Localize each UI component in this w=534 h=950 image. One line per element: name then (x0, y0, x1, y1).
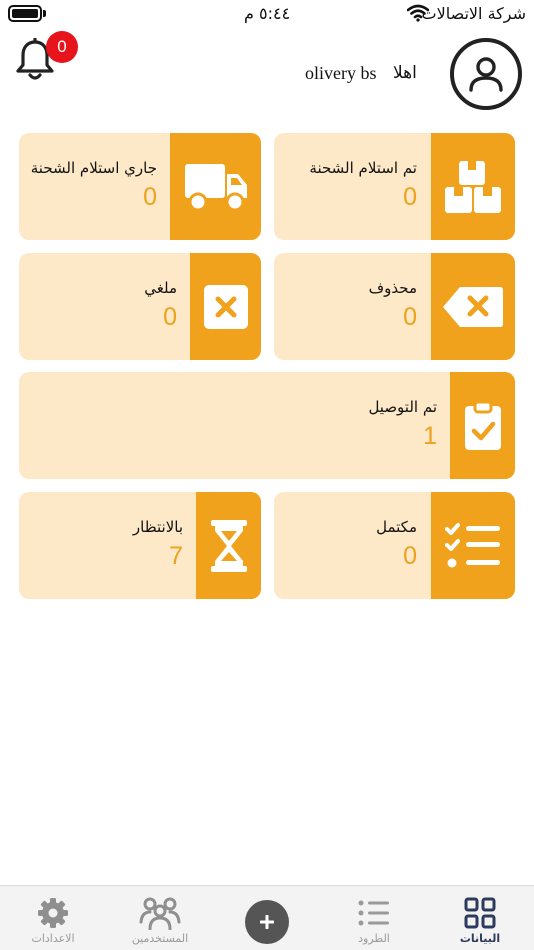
card-deleted-count: 0 (403, 303, 417, 331)
card-received-count: 0 (403, 183, 417, 211)
x-square-icon (203, 284, 248, 329)
card-waiting-label: بالانتظار (132, 518, 183, 536)
gear-icon (38, 898, 68, 928)
card-received[interactable]: تم استلام الشحنة 0 (274, 133, 515, 240)
card-deleted-label: محذوف (368, 279, 417, 297)
nav-users-label: المستخدمين (131, 932, 189, 945)
users-icon (139, 897, 181, 930)
card-delivered-count: 1 (423, 422, 437, 450)
card-receiving[interactable]: جاري استلام الشحنة 0 (19, 133, 261, 240)
nav-settings-label: الاعدادات (31, 932, 75, 945)
truck-icon (184, 163, 247, 211)
nav-parcels-label: الطرود (358, 932, 390, 945)
add-button[interactable] (245, 900, 289, 944)
grid-icon (464, 897, 496, 929)
nav-parcels[interactable]: الطرود (334, 886, 414, 950)
card-cancelled[interactable]: ملغي 0 (19, 253, 261, 360)
card-received-icon-box (431, 133, 515, 240)
clipboard-check-icon (464, 400, 501, 450)
card-receiving-icon-box (170, 133, 261, 240)
card-completed-icon-box (431, 492, 515, 599)
backspace-x-icon (443, 286, 503, 327)
bottom-nav: البيانات الطرود المستخدمين الاعدادات (0, 885, 534, 950)
status-time: ٥:٤٤ م (244, 4, 291, 23)
notification-badge[interactable]: 0 (46, 31, 78, 63)
card-cancelled-count: 0 (163, 303, 177, 331)
status-bar: ٥:٤٤ م شركة الاتصالات (0, 0, 534, 28)
card-completed[interactable]: مكتمل 0 (274, 492, 515, 599)
card-receiving-label: جاري استلام الشحنة (30, 159, 157, 177)
card-waiting-count: 7 (169, 542, 183, 570)
hourglass-icon (210, 519, 247, 572)
plus-icon (260, 915, 274, 929)
checklist-icon (445, 522, 500, 567)
battery-tip (43, 10, 46, 17)
card-deleted-icon-box (431, 253, 515, 360)
battery-icon (8, 5, 42, 22)
greeting-text: اهلا (393, 63, 417, 83)
card-cancelled-icon-box (190, 253, 261, 360)
card-deleted[interactable]: محذوف 0 (274, 253, 515, 360)
nav-users[interactable]: المستخدمين (120, 886, 200, 950)
card-completed-label: مكتمل (376, 518, 417, 536)
carrier-name: شركة الاتصالات (421, 4, 526, 23)
card-cancelled-label: ملغي (144, 279, 177, 297)
nav-data[interactable]: البيانات (440, 886, 520, 950)
user-name: olivery bs (305, 63, 377, 83)
nav-settings[interactable]: الاعدادات (13, 886, 93, 950)
card-delivered[interactable]: تم التوصيل 1 (19, 372, 515, 479)
nav-data-label: البيانات (459, 932, 501, 945)
card-waiting[interactable]: بالانتظار 7 (19, 492, 261, 599)
list-icon (358, 900, 389, 926)
card-delivered-icon-box (450, 372, 515, 479)
card-receiving-count: 0 (143, 183, 157, 211)
card-received-label: تم استلام الشحنة (309, 159, 417, 177)
user-icon (469, 57, 503, 92)
card-delivered-label: تم التوصيل (368, 398, 437, 416)
card-completed-count: 0 (403, 542, 417, 570)
boxes-icon (445, 160, 501, 213)
avatar[interactable] (450, 38, 522, 110)
card-waiting-icon-box (196, 492, 261, 599)
